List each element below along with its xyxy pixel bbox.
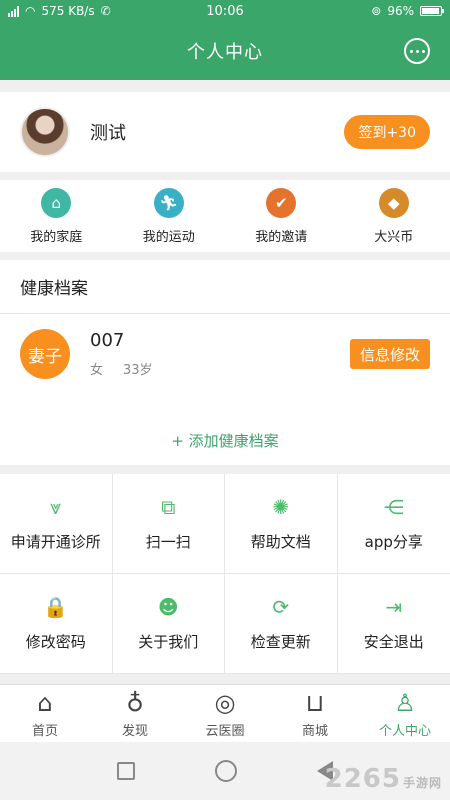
edit-info-button[interactable]: 信息修改 [349,339,430,369]
grid-item-share[interactable]: ⋲ app分享 [337,474,450,574]
person-icon: ☻ [157,595,179,619]
share-icon: ⋲ [383,495,404,519]
quick-link-sport[interactable]: 🏃︎ 我的运动 [113,180,226,252]
grid-item-help[interactable]: ✺ 帮助文档 [225,474,338,574]
tab-profile[interactable]: ♙ 个人中心 [360,685,450,742]
circle-icon: ◎ [214,688,236,717]
volte-icon: ✆ [100,4,111,18]
refresh-icon: ⟳ [272,595,290,619]
lightbulb-icon: ✺ [272,495,290,519]
invite-icon: ✔ [266,187,297,218]
battery-icon [420,6,444,16]
grid-item-change-password[interactable]: 🔒 修改密码 [0,574,113,674]
system-nav-bar: 2265 手游网 [0,742,450,800]
planet-icon: ♁ [126,688,144,717]
lock-icon: 🔒 [43,595,69,619]
home-button[interactable] [215,760,237,782]
function-grid: ⩔ 申请开通诊所 ⧉ 扫一扫 ✺ 帮助文档 ⋲ app分享 🔒 修改密码 ☻ 关… [0,474,450,674]
health-record-row[interactable]: 妻子 007 女 33岁 信息修改 [0,314,450,394]
tab-shop[interactable]: ⊔ 商城 [270,685,360,742]
health-records: 健康档案 妻子 007 女 33岁 信息修改 + 添加健康档案 [0,260,450,465]
grid-item-scan[interactable]: ⧉ 扫一扫 [112,474,225,574]
app-header: 个人中心 [0,22,450,80]
clinic-icon: ⩔ [50,495,62,519]
tab-home[interactable]: ⌂ 首页 [0,685,90,742]
network-speed: 575 KB/s [41,4,95,18]
quick-link-family[interactable]: ⌂ 我的家庭 [0,180,113,252]
grid-item-apply-clinic[interactable]: ⩔ 申请开通诊所 [0,474,113,574]
tab-cloud-circle[interactable]: ◎ 云医圈 [180,685,270,742]
chat-bubble-icon[interactable] [404,38,430,64]
recent-apps-button[interactable] [117,762,135,780]
username: 测试 [90,123,126,144]
logout-icon: ⇥ [385,595,403,619]
wifi-icon: ◠ [25,4,36,18]
relation-badge: 妻子 [20,329,70,379]
tab-discover[interactable]: ♁ 发现 [90,685,180,742]
record-gender: 女 [90,363,104,378]
add-health-record-link[interactable]: + 添加健康档案 [0,430,450,451]
user-tab-icon: ♙ [394,688,416,717]
home-tab-icon: ⌂ [37,688,53,717]
watermark-logo: 2265 手游网 [324,764,442,794]
signal-icon [8,5,19,17]
section-title: 健康档案 [0,260,450,314]
grid-item-logout[interactable]: ⇥ 安全退出 [337,574,450,674]
record-age: 33岁 [123,363,153,378]
quick-link-invite[interactable]: ✔ 我的邀请 [225,180,338,252]
record-name: 007 [90,330,125,351]
avatar[interactable] [20,107,70,157]
shop-icon: ⊔ [305,688,325,717]
grid-item-about[interactable]: ☻ 关于我们 [112,574,225,674]
checkin-button[interactable]: 签到+30 [344,115,430,149]
profile-card[interactable]: 测试 签到+30 [0,92,450,172]
quick-link-coin[interactable]: ◆ 大兴币 [338,180,450,252]
battery-percent: 96% [387,4,414,18]
page-title: 个人中心 [187,42,263,63]
lock-rotation-icon: ⊚ [371,4,382,18]
scan-icon: ⧉ [161,495,176,519]
status-bar: ◠ 575 KB/s ✆ 10:06 ⊚ 96% [0,0,450,22]
grid-item-check-update[interactable]: ⟳ 检查更新 [225,574,338,674]
bottom-tab-bar: ⌂ 首页 ♁ 发现 ◎ 云医圈 ⊔ 商城 ♙ 个人中心 [0,684,450,742]
quick-links: ⌂ 我的家庭 🏃︎ 我的运动 ✔ 我的邀请 ◆ 大兴币 [0,180,450,252]
home-icon: ⌂ [41,187,72,218]
coin-icon: ◆ [378,187,409,218]
running-icon: 🏃︎ [153,187,184,218]
